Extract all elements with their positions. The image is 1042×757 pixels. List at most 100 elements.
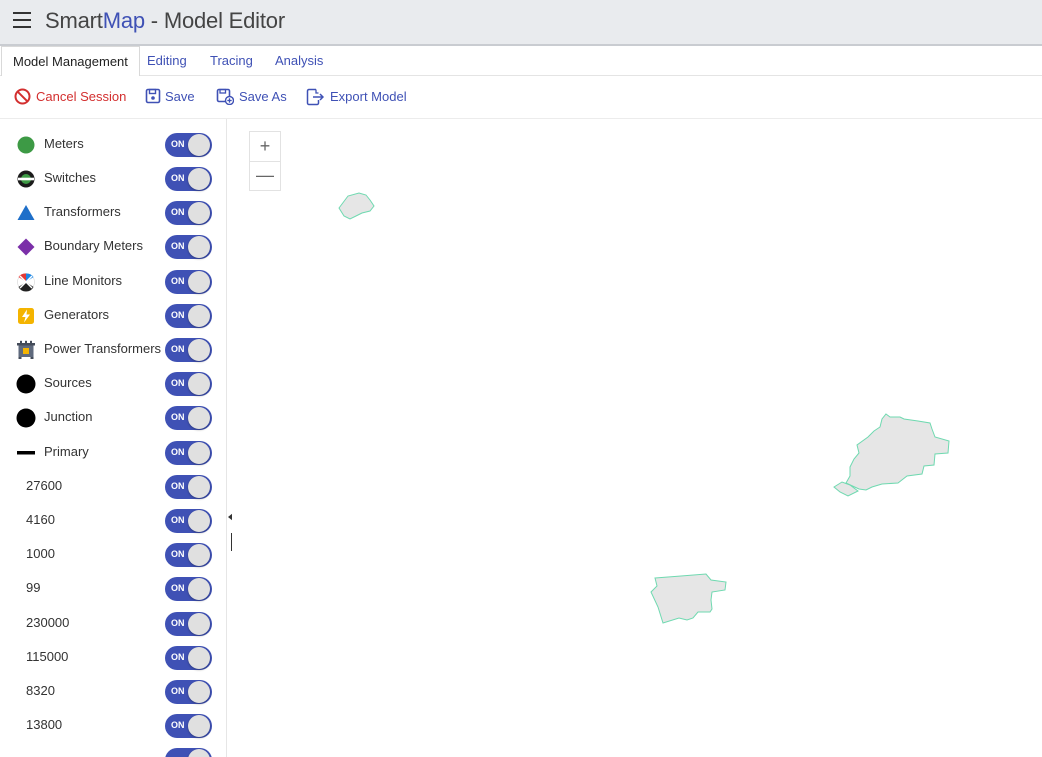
layer-toggle-line-monitors[interactable]: ON — [165, 270, 212, 294]
layer-label: 4160 — [26, 512, 55, 527]
toggle-state: ON — [171, 481, 185, 491]
layer-row-boundary-meters: Boundary Meters ON — [0, 229, 226, 263]
layer-toggle-meters[interactable]: ON — [165, 133, 212, 157]
map-layer — [338, 192, 950, 624]
meter-icon — [17, 136, 35, 154]
service-area-polygon[interactable] — [650, 573, 727, 624]
toggle-state: ON — [171, 241, 185, 251]
toggle-state: ON — [171, 652, 185, 662]
layer-toggle-power-transformers[interactable]: ON — [165, 338, 212, 362]
map-view[interactable]: + — — [232, 119, 1042, 757]
toggle-state: ON — [171, 686, 185, 696]
layer-toggle-junction[interactable]: ON — [165, 406, 212, 430]
toolbar: Cancel Session Save Save As Export Model — [0, 76, 1042, 119]
toggle-state: ON — [171, 720, 185, 730]
toggle-knob — [188, 544, 210, 566]
layer-panel: Meters ON Switches ON Transformers ON Bo… — [0, 119, 227, 757]
line-monitor-icon — [17, 273, 35, 292]
toggle-state: ON — [171, 515, 185, 525]
layer-toggle-1000[interactable]: ON — [165, 543, 212, 567]
service-area-polygon[interactable] — [845, 413, 950, 491]
layer-toggle-boundary-meters[interactable]: ON — [165, 235, 212, 259]
layer-row-sources: Sources ON — [0, 366, 226, 400]
toggle-knob — [188, 202, 210, 224]
layer-toggle-partial[interactable] — [165, 748, 212, 757]
zoom-out-button[interactable]: — — [250, 161, 280, 190]
layer-label: Boundary Meters — [44, 238, 143, 253]
zoom-in-button[interactable]: + — [250, 132, 280, 162]
service-area-polygon[interactable] — [338, 192, 375, 220]
layer-label: 99 — [26, 580, 41, 595]
layer-label: 13800 — [26, 717, 63, 732]
layer-toggle-230000[interactable]: ON — [165, 612, 212, 636]
tab-analysis[interactable]: Analysis — [275, 46, 323, 75]
tab-editing[interactable]: Editing — [147, 46, 187, 75]
cancel-icon — [14, 88, 31, 105]
layer-row-power-transformers: Power Transformers ON — [0, 332, 226, 366]
save-icon — [145, 88, 161, 104]
save-label: Save — [165, 89, 195, 104]
toggle-state: ON — [171, 276, 185, 286]
toggle-knob — [188, 236, 210, 258]
app-header: SmartMap - Model Editor — [0, 0, 1042, 46]
layer-toggle-primary[interactable]: ON — [165, 441, 212, 465]
layer-toggle-27600[interactable]: ON — [165, 475, 212, 499]
toggle-knob — [188, 715, 210, 737]
toggle-knob — [188, 339, 210, 361]
layer-label: Transformers — [44, 204, 121, 219]
app-title-prefix: Smart — [45, 8, 103, 33]
toggle-knob — [188, 613, 210, 635]
layer-toggle-switches[interactable]: ON — [165, 167, 212, 191]
app-title-suffix: - Model Editor — [144, 8, 285, 33]
layer-toggle-8320[interactable]: ON — [165, 680, 212, 704]
layer-toggle-transformers[interactable]: ON — [165, 201, 212, 225]
toggle-state: ON — [171, 344, 185, 354]
layer-toggle-4160[interactable]: ON — [165, 509, 212, 533]
toggle-state: ON — [171, 139, 185, 149]
toggle-state: ON — [171, 412, 185, 422]
toggle-knob — [188, 578, 210, 600]
tab-model-management[interactable]: Model Management — [1, 46, 140, 76]
layer-label: Sources — [44, 375, 92, 390]
power-transformer-icon — [17, 340, 35, 359]
toggle-state: ON — [171, 549, 185, 559]
layer-row-1000: 1000 ON — [0, 537, 226, 571]
layer-label: Line Monitors — [44, 273, 123, 288]
layer-row-115000: 115000 ON — [0, 640, 226, 674]
toggle-knob — [188, 681, 210, 703]
toggle-knob — [188, 407, 210, 429]
toggle-state: ON — [171, 378, 185, 388]
layer-label: Switches — [44, 170, 97, 185]
layer-row-4160: 4160 ON — [0, 503, 226, 537]
layer-row-partial — [0, 742, 226, 757]
layer-row-meters: Meters ON — [0, 127, 226, 161]
layer-toggle-115000[interactable]: ON — [165, 646, 212, 670]
export-icon — [306, 88, 324, 106]
layer-row-primary: Primary ON — [0, 435, 226, 469]
toggle-knob — [188, 168, 210, 190]
toggle-knob — [188, 373, 210, 395]
layer-toggle-generators[interactable]: ON — [165, 304, 212, 328]
export-model-label: Export Model — [330, 89, 407, 104]
layer-row-line-monitors: Line Monitors ON — [0, 264, 226, 298]
toggle-state: ON — [171, 618, 185, 628]
zoom-control: + — — [249, 131, 281, 191]
tab-tracing[interactable]: Tracing — [210, 46, 253, 75]
layer-toggle-sources[interactable]: ON — [165, 372, 212, 396]
layer-label: Generators — [44, 307, 110, 322]
toggle-state: ON — [171, 310, 185, 320]
boundary-meter-icon — [17, 238, 35, 256]
layer-row-transformers: Transformers ON — [0, 195, 226, 229]
toggle-knob — [188, 647, 210, 669]
cancel-session-label: Cancel Session — [36, 89, 127, 104]
layer-row-27600: 27600 ON — [0, 469, 226, 503]
toggle-state: ON — [171, 173, 185, 183]
layer-row-230000: 230000 ON — [0, 606, 226, 640]
menu-icon[interactable] — [13, 12, 31, 28]
toggle-knob — [188, 134, 210, 156]
layer-toggle-13800[interactable]: ON — [165, 714, 212, 738]
layer-toggle-99[interactable]: ON — [165, 577, 212, 601]
layer-row-99: 99 ON — [0, 571, 226, 605]
layer-row-generators: Generators ON — [0, 298, 226, 332]
switch-icon — [17, 170, 35, 188]
